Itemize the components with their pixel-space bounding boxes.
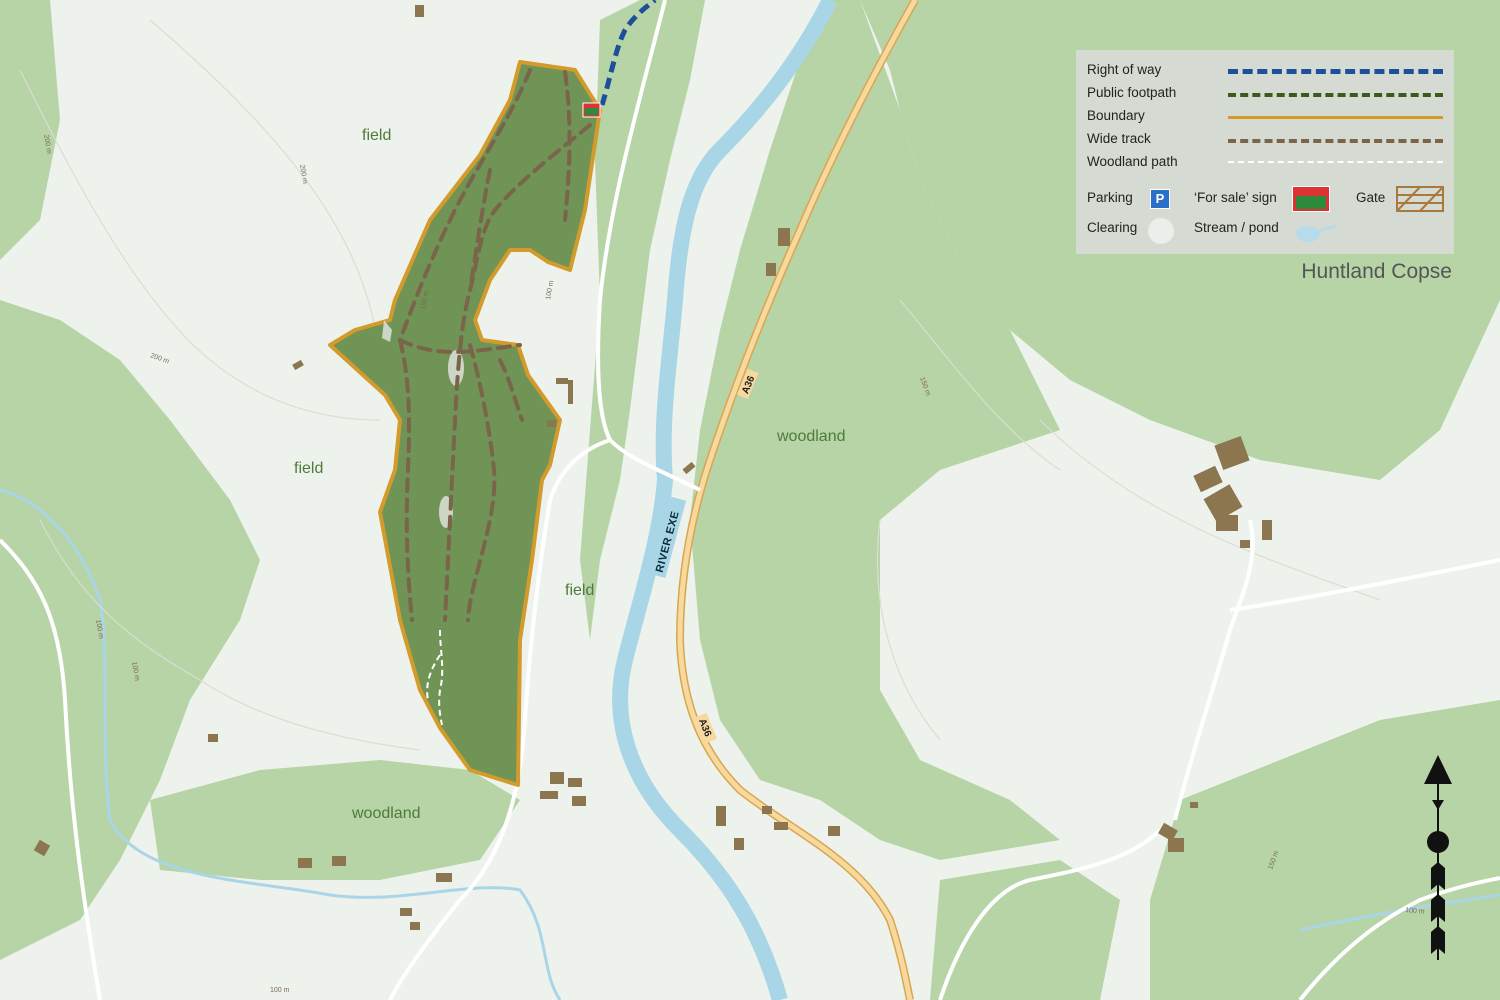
stream-pond-icon <box>1296 224 1337 242</box>
legend-label-for-sale-sign: ‘For sale’ sign <box>1194 190 1277 205</box>
legend-label-stream-pond: Stream / pond <box>1194 220 1279 235</box>
gate-icon <box>1396 186 1444 212</box>
legend-swatch-right-of-way <box>1228 69 1443 74</box>
legend-label-clearing: Clearing <box>1087 220 1138 235</box>
clearing-icon <box>1148 218 1174 244</box>
legend-swatch-boundary <box>1228 116 1443 119</box>
legend-label-woodland-path: Woodland path <box>1087 154 1178 169</box>
contour-label: 100 m <box>270 987 290 994</box>
map-legend: Right of way Public footpath Boundary Wi… <box>1076 50 1454 254</box>
legend-label-public-footpath: Public footpath <box>1087 85 1177 100</box>
map-title: Huntland Copse <box>1301 260 1452 283</box>
legend-swatch-wide-track <box>1228 139 1443 143</box>
legend-label-gate: Gate <box>1356 190 1386 205</box>
label-woodland-south: woodland <box>351 805 421 822</box>
legend-swatch-woodland-path <box>1228 161 1443 163</box>
legend-label-parking: Parking <box>1087 190 1133 205</box>
for-sale-sign-icon <box>1292 186 1330 212</box>
legend-label-boundary: Boundary <box>1087 108 1145 123</box>
label-field-west: field <box>294 460 323 477</box>
legend-label-right-of-way: Right of way <box>1087 62 1162 77</box>
for-sale-sign-icon[interactable] <box>582 102 601 118</box>
label-woodland-central: woodland <box>776 428 846 445</box>
legend-label-wide-track: Wide track <box>1087 131 1151 146</box>
parking-icon: P <box>1150 189 1170 209</box>
label-field-north: field <box>362 127 391 144</box>
label-field-south: field <box>565 582 594 599</box>
legend-swatch-public-footpath <box>1228 93 1443 97</box>
